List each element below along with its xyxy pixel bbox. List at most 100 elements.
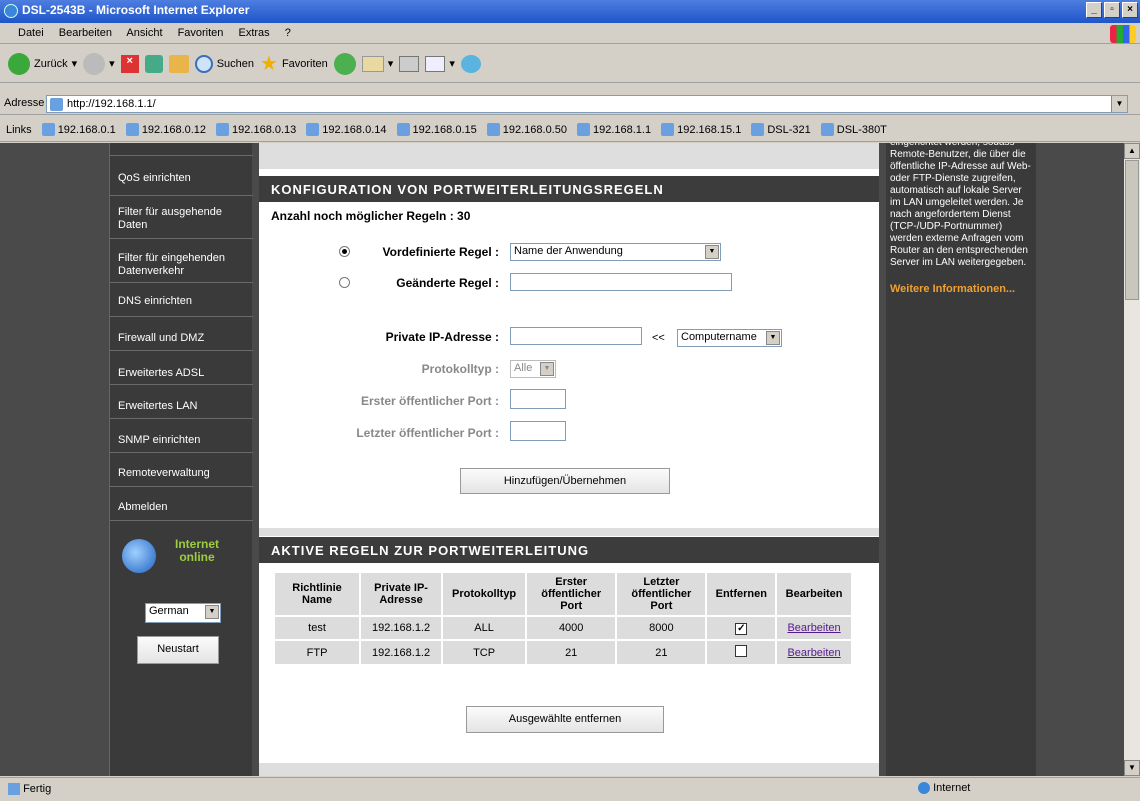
home-button[interactable] xyxy=(168,54,189,73)
link-item[interactable]: 192.168.15.1 xyxy=(661,123,741,136)
history-button[interactable] xyxy=(333,52,356,75)
sidebar-item-snmp[interactable]: SNMP einrichten xyxy=(110,420,253,453)
column-header: Entfernen xyxy=(707,573,776,615)
column-header: Letzter öffentlicher Port xyxy=(617,573,706,615)
edit-button[interactable]: ▾ xyxy=(425,55,455,72)
language-select[interactable]: German ▼ xyxy=(145,603,221,623)
scroll-thumb[interactable] xyxy=(1125,160,1139,300)
menu-datei[interactable]: Datei xyxy=(18,27,44,39)
sidebar-item-outgoing-filter[interactable]: Filter für ausgehende Daten xyxy=(110,197,253,239)
custom-rule-radio[interactable] xyxy=(339,277,350,288)
link-item[interactable]: DSL-321 xyxy=(751,123,811,136)
minimize-button[interactable]: _ xyxy=(1086,2,1102,18)
rules-table: Richtlinie Name Private IP-Adresse Proto… xyxy=(273,571,853,666)
page-viewport: QoS einrichten Filter für ausgehende Dat… xyxy=(0,143,1124,776)
table-header-row: Richtlinie Name Private IP-Adresse Proto… xyxy=(275,573,851,615)
rule-first-port: 21 xyxy=(527,641,616,664)
sidebar-item-incoming-filter[interactable]: Filter für eingehenden Datenverkehr xyxy=(110,240,253,283)
edit-link[interactable]: Bearbeiten xyxy=(787,647,840,659)
sidebar-item-logout[interactable]: Abmelden xyxy=(110,488,253,521)
help-text: eingerichtet werden, sodass Remote-Benut… xyxy=(890,143,1031,268)
menu-extras[interactable]: Extras xyxy=(238,27,269,39)
link-item[interactable]: DSL-380T xyxy=(820,123,887,136)
restore-button[interactable]: ▫ xyxy=(1104,2,1120,18)
search-button[interactable]: Suchen xyxy=(194,54,254,73)
predefined-rule-select[interactable]: Name der Anwendung ▼ xyxy=(510,243,721,261)
menu-bearbeiten[interactable]: Bearbeiten xyxy=(59,27,112,39)
rule-protocol: TCP xyxy=(443,641,526,664)
messenger-button[interactable] xyxy=(460,54,481,73)
link-item[interactable]: 192.168.0.12 xyxy=(125,123,206,136)
menu-help[interactable]: ? xyxy=(285,27,291,39)
refresh-icon xyxy=(144,54,163,73)
print-button[interactable] xyxy=(399,55,420,72)
menu-ansicht[interactable]: Ansicht xyxy=(126,27,162,39)
window-controls: _ ▫ × xyxy=(1086,2,1138,18)
custom-rule-input[interactable] xyxy=(510,273,732,291)
chevron-down-icon: ▼ xyxy=(540,362,554,376)
forward-arrow-icon xyxy=(83,52,106,75)
predefined-rule-radio[interactable] xyxy=(339,246,350,257)
link-item[interactable]: 192.168.0.14 xyxy=(306,123,387,136)
globe-icon xyxy=(918,782,930,795)
back-button[interactable]: Zurück ▾ xyxy=(8,52,77,75)
address-url: http://192.168.1.1/ xyxy=(67,98,156,110)
edit-link[interactable]: Bearbeiten xyxy=(787,622,840,634)
address-input[interactable]: http://192.168.1.1/ ▼ xyxy=(46,95,1128,113)
mail-button[interactable]: ▾ xyxy=(361,55,393,72)
link-item[interactable]: 192.168.0.13 xyxy=(216,123,296,136)
last-port-input[interactable] xyxy=(510,421,566,441)
add-apply-button[interactable]: Hinzufügen/Übernehmen xyxy=(460,468,670,494)
link-item[interactable]: 192.168.0.50 xyxy=(486,123,567,136)
link-item[interactable]: 192.168.0.15 xyxy=(396,123,477,136)
private-ip-label: Private IP-Adresse : xyxy=(385,330,499,344)
remove-checkbox[interactable] xyxy=(735,645,748,657)
menu-bar: Datei Bearbeiten Ansicht Favoriten Extra… xyxy=(0,23,1140,44)
home-icon xyxy=(168,54,189,73)
favorites-button[interactable]: ★ Favoriten xyxy=(260,51,328,76)
sidebar-item-firewall[interactable]: Firewall und DMZ xyxy=(110,318,253,351)
stop-button[interactable]: × xyxy=(120,54,139,73)
active-rules-heading: AKTIVE REGELN ZUR PORTWEITERLEITUNG xyxy=(259,537,879,563)
sidebar-item-adsl[interactable]: Erweitertes ADSL xyxy=(110,352,253,385)
restart-button[interactable]: Neustart xyxy=(137,636,219,664)
edit-page-icon xyxy=(425,55,446,72)
stop-icon: × xyxy=(120,54,139,73)
scroll-down-icon[interactable]: ▼ xyxy=(1124,760,1140,776)
zone-indicator: Internet xyxy=(918,782,970,795)
link-item[interactable]: 192.168.1.1 xyxy=(576,123,651,136)
menu-favoriten[interactable]: Favoriten xyxy=(178,27,224,39)
remove-selected-button[interactable]: Ausgewählte entfernen xyxy=(466,706,664,733)
more-info-link[interactable]: Weitere Informationen... xyxy=(890,283,1032,295)
page-icon xyxy=(661,123,675,136)
address-dropdown-icon[interactable]: ▼ xyxy=(1111,96,1127,112)
page-icon xyxy=(486,123,500,136)
column-header: Private IP-Adresse xyxy=(361,573,442,615)
computer-name-select[interactable]: Computername ▼ xyxy=(677,329,782,347)
chevron-down-icon: ▼ xyxy=(205,605,219,619)
remaining-rules: Anzahl noch möglicher Regeln : 30 xyxy=(271,209,471,223)
link-item[interactable]: 192.168.0.1 xyxy=(41,123,116,136)
rule-last-port: 21 xyxy=(617,641,706,664)
sidebar-item-qos[interactable]: QoS einrichten xyxy=(110,163,253,196)
sidebar: QoS einrichten Filter für ausgehende Dat… xyxy=(109,143,253,776)
sidebar-item-dns[interactable]: DNS einrichten xyxy=(110,284,253,317)
toolbar: Zurück ▾ ▾ × Suchen ★ Favoriten ▾ ▾ xyxy=(0,45,1140,83)
sidebar-item-remote[interactable]: Remoteverwaltung xyxy=(110,454,253,487)
window-title: DSL-2543B - Microsoft Internet Explorer xyxy=(22,3,250,17)
remove-cell: ✓ xyxy=(707,617,776,639)
remove-checkbox[interactable]: ✓ xyxy=(735,622,748,635)
vertical-scrollbar[interactable]: ▲ ▼ xyxy=(1124,143,1140,776)
edit-cell: Bearbeiten xyxy=(777,617,851,639)
custom-rule-label: Geänderte Regel : xyxy=(396,276,499,290)
scroll-up-icon[interactable]: ▲ xyxy=(1124,143,1140,159)
protocol-select[interactable]: Alle ▼ xyxy=(510,360,556,378)
refresh-button[interactable] xyxy=(144,54,163,73)
private-ip-input[interactable] xyxy=(510,327,642,345)
close-button[interactable]: × xyxy=(1122,2,1138,18)
sidebar-item-lan[interactable]: Erweitertes LAN xyxy=(110,386,253,419)
forward-button[interactable]: ▾ xyxy=(83,52,115,75)
ie-icon xyxy=(4,4,18,18)
page-icon xyxy=(216,123,230,136)
first-port-input[interactable] xyxy=(510,389,566,409)
